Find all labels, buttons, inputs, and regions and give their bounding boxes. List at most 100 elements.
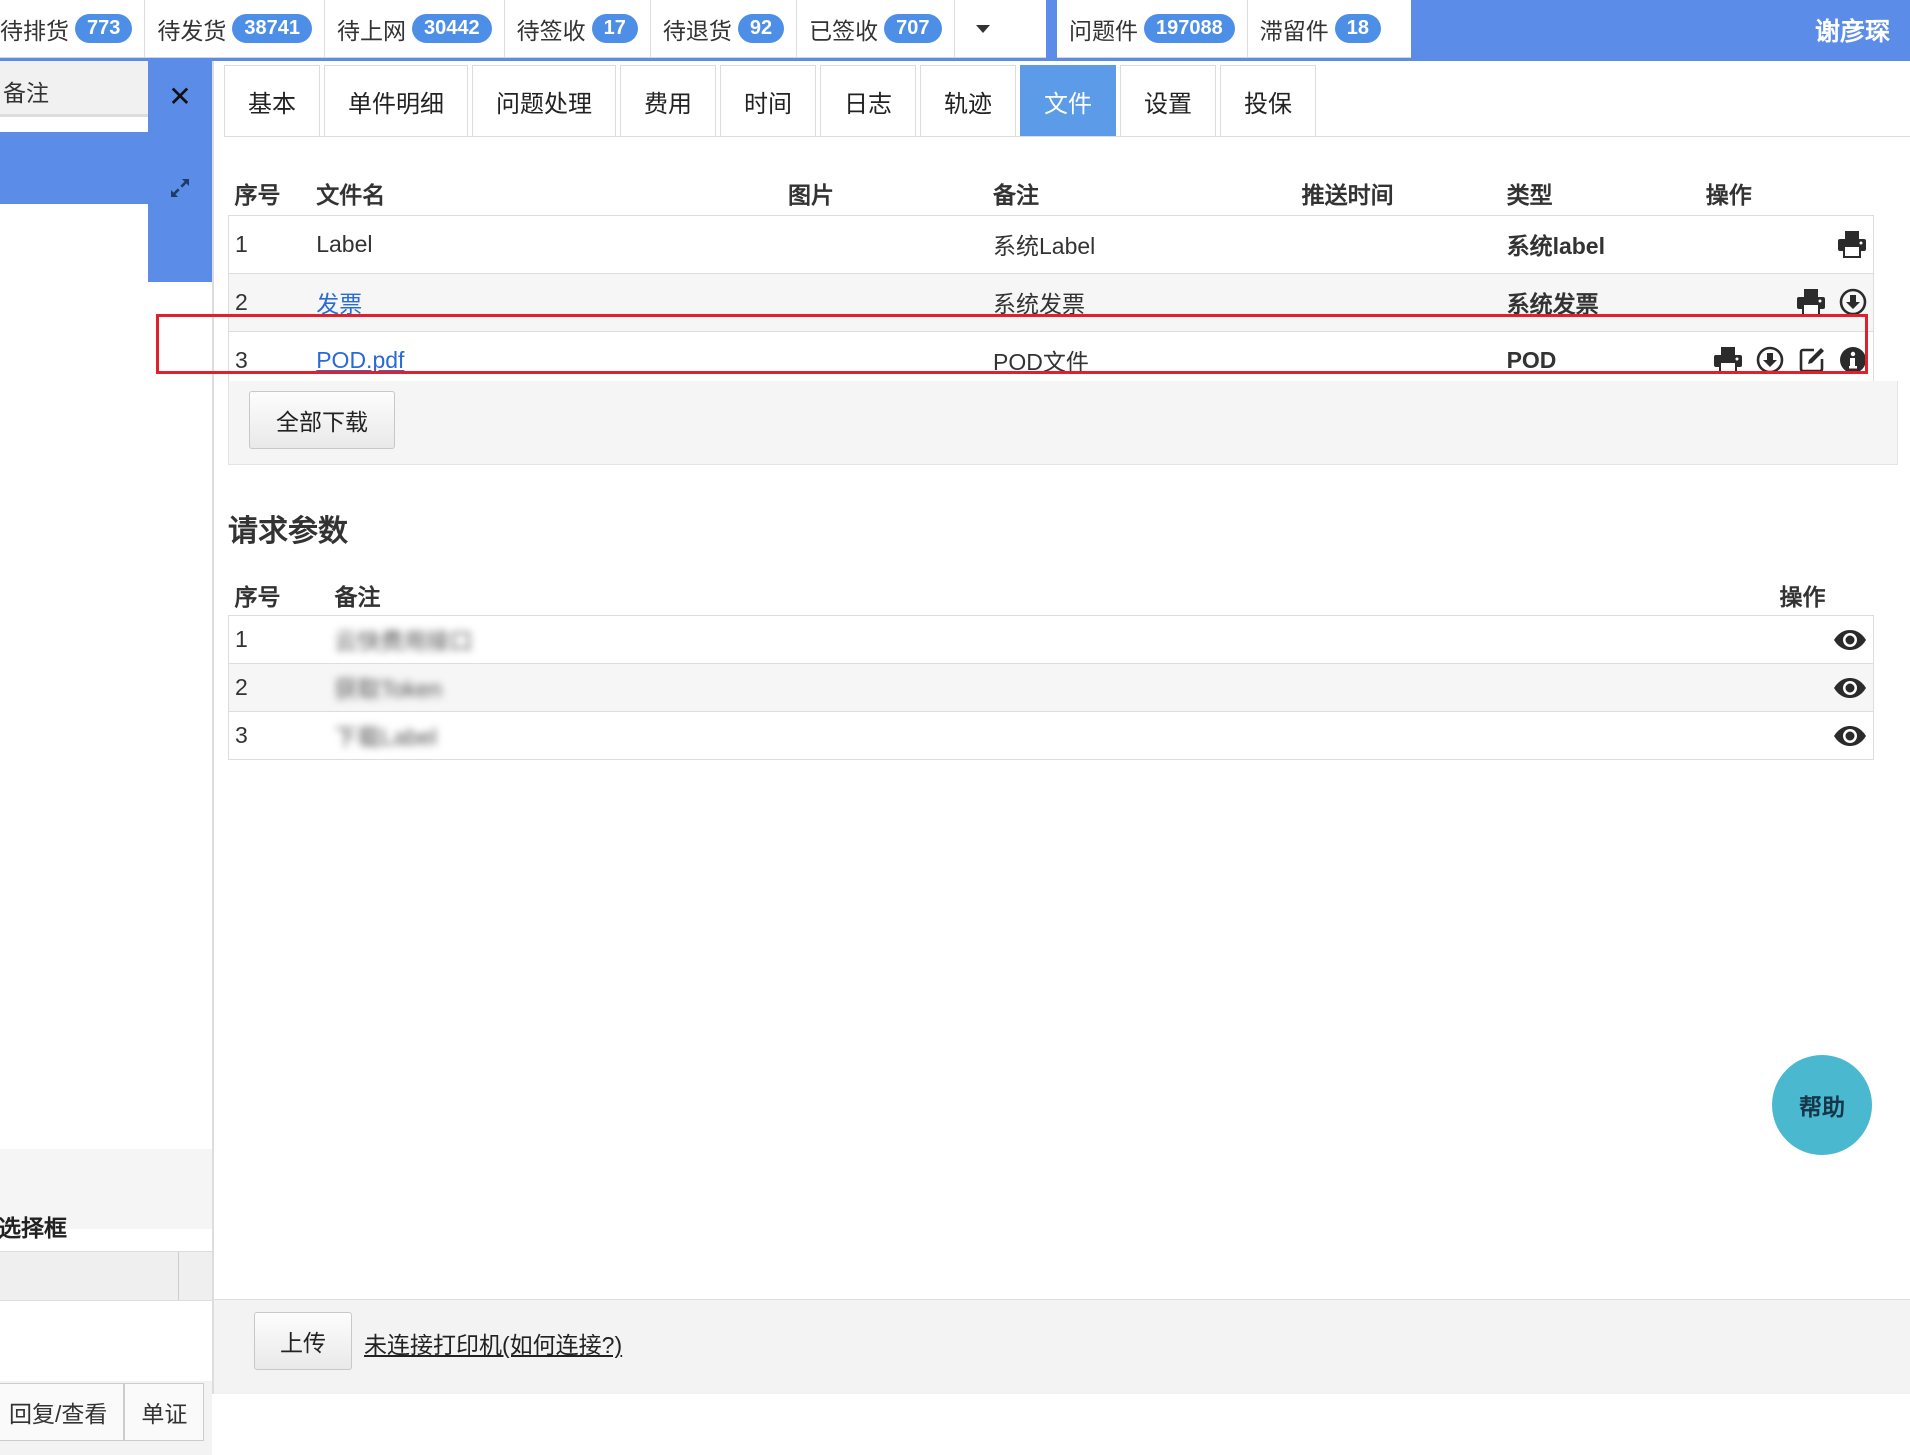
status-pending-return[interactable]: 待退货 92 [651,0,798,57]
tab-item-detail[interactable]: 单件明细 [324,65,468,137]
status-pending-sign[interactable]: 待签收 17 [505,0,651,57]
top-status-bar: 待排货 773 待发货 38741 待上网 30442 待签收 17 待退货 92 已签收… [0,0,1910,61]
col-image: 图片 [788,181,835,208]
status-label: 待排货 [0,17,69,44]
status-group-orders: 待排货 773 待发货 38741 待上网 30442 待签收 17 待退货 92 已签收… [0,0,1046,58]
request-params-table: 序号 备注 操作 1 云快费用接口 2 获取Token 3 下载Label [228,569,1874,760]
left-panel: 备注 ✕ 选择框 回复/查看 单证 [0,61,212,1455]
count-badge: 17 [591,14,638,43]
caret-down-icon [975,24,990,33]
status-label: 滞留件 [1259,17,1329,44]
table-row: 2 发票 系统发票 系统发票 [228,272,1874,331]
file-image [782,272,988,331]
status-label: 待上网 [337,17,406,44]
file-link-pod[interactable]: POD.pdf [316,347,404,373]
blurred-text: 下载Label [334,724,437,750]
param-ops [1773,614,1874,663]
status-label: 问题件 [1069,17,1138,44]
blurred-text: 云快费用接口 [334,628,473,654]
print-icon[interactable] [1837,230,1867,259]
tab-files[interactable]: 文件 [1020,65,1116,137]
file-name: Label [310,214,783,273]
tab-settings[interactable]: 设置 [1120,65,1216,137]
row-index: 3 [228,710,329,760]
tab-problem[interactable]: 问题处理 [472,65,616,137]
print-icon[interactable] [1796,288,1826,317]
col-ops: 操作 [1705,181,1752,208]
status-label: 待发货 [157,17,227,44]
status-group-issues: 问题件 197088 滞留件 18 [1057,0,1411,58]
count-badge: 18 [1334,14,1381,43]
col-push-time: 推送时间 [1301,181,1394,208]
document-button[interactable]: 单证 [124,1383,205,1441]
download-icon[interactable] [1756,346,1784,374]
section-title-request-params: 请求参数 [228,515,348,548]
count-badge: 197088 [1144,14,1235,43]
file-remark: 系统发票 [987,272,1296,331]
download-icon[interactable] [1839,288,1867,316]
param-remark: 获取Token [328,662,1774,711]
file-type: 系统发票 [1500,272,1700,331]
help-button[interactable]: 帮助 [1772,1055,1872,1155]
param-remark: 云快费用接口 [328,614,1774,663]
eye-icon[interactable] [1833,629,1867,651]
param-remark: 下载Label [328,710,1774,760]
reply-view-button[interactable]: 回复/查看 [0,1383,125,1441]
file-remark: 系统Label [987,214,1296,273]
tab-fees[interactable]: 费用 [620,65,716,137]
upload-button[interactable]: 上传 [254,1312,352,1370]
row-index: 2 [228,662,329,711]
expand-panel-button[interactable] [148,132,212,282]
detail-tabs: 基本 单件明细 问题处理 费用 时间 日志 轨迹 文件 设置 投保 [224,65,1320,137]
eye-icon[interactable] [1833,725,1867,747]
tab-insurance[interactable]: 投保 [1220,65,1316,137]
status-more-dropdown[interactable] [955,0,1011,57]
col-type: 类型 [1506,181,1553,208]
col-ops: 操作 [1779,583,1826,610]
left-bottom-bar: 回复/查看 单证 [0,1381,212,1455]
status-problem[interactable]: 问题件 197088 [1057,0,1248,57]
blurred-text: 获取Token [334,676,442,702]
footer-bar: 上传 未连接打印机(如何连接?) [214,1299,1910,1394]
tab-log[interactable]: 日志 [820,65,916,137]
table-row: 3 下载Label [228,710,1874,760]
grid-divider [178,1252,179,1300]
eye-icon[interactable] [1833,677,1867,699]
main-panel: 基本 单件明细 问题处理 费用 时间 日志 轨迹 文件 设置 投保 序号 文件名… [156,61,1910,1394]
table-row: 1 云快费用接口 [228,614,1874,663]
count-badge: 773 [75,14,133,43]
user-name[interactable]: 谢彦琛 [1815,12,1890,48]
table-row: 2 获取Token [228,662,1874,711]
status-label: 待退货 [662,17,732,44]
param-ops [1773,710,1874,760]
file-name: 发票 [310,272,783,331]
info-icon[interactable] [1839,346,1867,374]
printer-status-link[interactable]: 未连接打印机(如何连接?) [364,1326,622,1360]
count-badge: 38741 [232,14,312,43]
status-pending-online[interactable]: 待上网 30442 [325,0,505,57]
col-index: 序号 [234,583,281,610]
file-link-invoice[interactable]: 发票 [316,291,362,317]
row-index: 2 [228,272,311,331]
status-label: 已签收 [809,17,879,44]
status-stranded[interactable]: 滞留件 18 [1248,0,1393,57]
col-remark: 备注 [993,181,1040,208]
expand-icon [171,179,189,197]
file-ops [1699,272,1874,331]
close-panel-button[interactable]: ✕ [148,61,212,132]
tab-basic[interactable]: 基本 [224,65,320,137]
download-all-button[interactable]: 全部下载 [249,391,395,449]
left-selected-row[interactable] [0,132,148,204]
params-header-row: 序号 备注 操作 [229,569,1874,615]
tab-time[interactable]: 时间 [720,65,816,137]
status-pending-ship[interactable]: 待发货 38741 [145,0,325,57]
row-index: 1 [228,614,329,663]
print-icon[interactable] [1713,346,1743,375]
status-label: 待签收 [516,17,586,44]
edit-icon[interactable] [1798,346,1826,374]
param-ops [1773,662,1874,711]
status-signed[interactable]: 已签收 707 [797,0,955,57]
table-row: 1 Label 系统Label 系统label [228,214,1874,273]
tab-tracking[interactable]: 轨迹 [920,65,1016,137]
status-pending-arrange[interactable]: 待排货 773 [0,0,146,57]
